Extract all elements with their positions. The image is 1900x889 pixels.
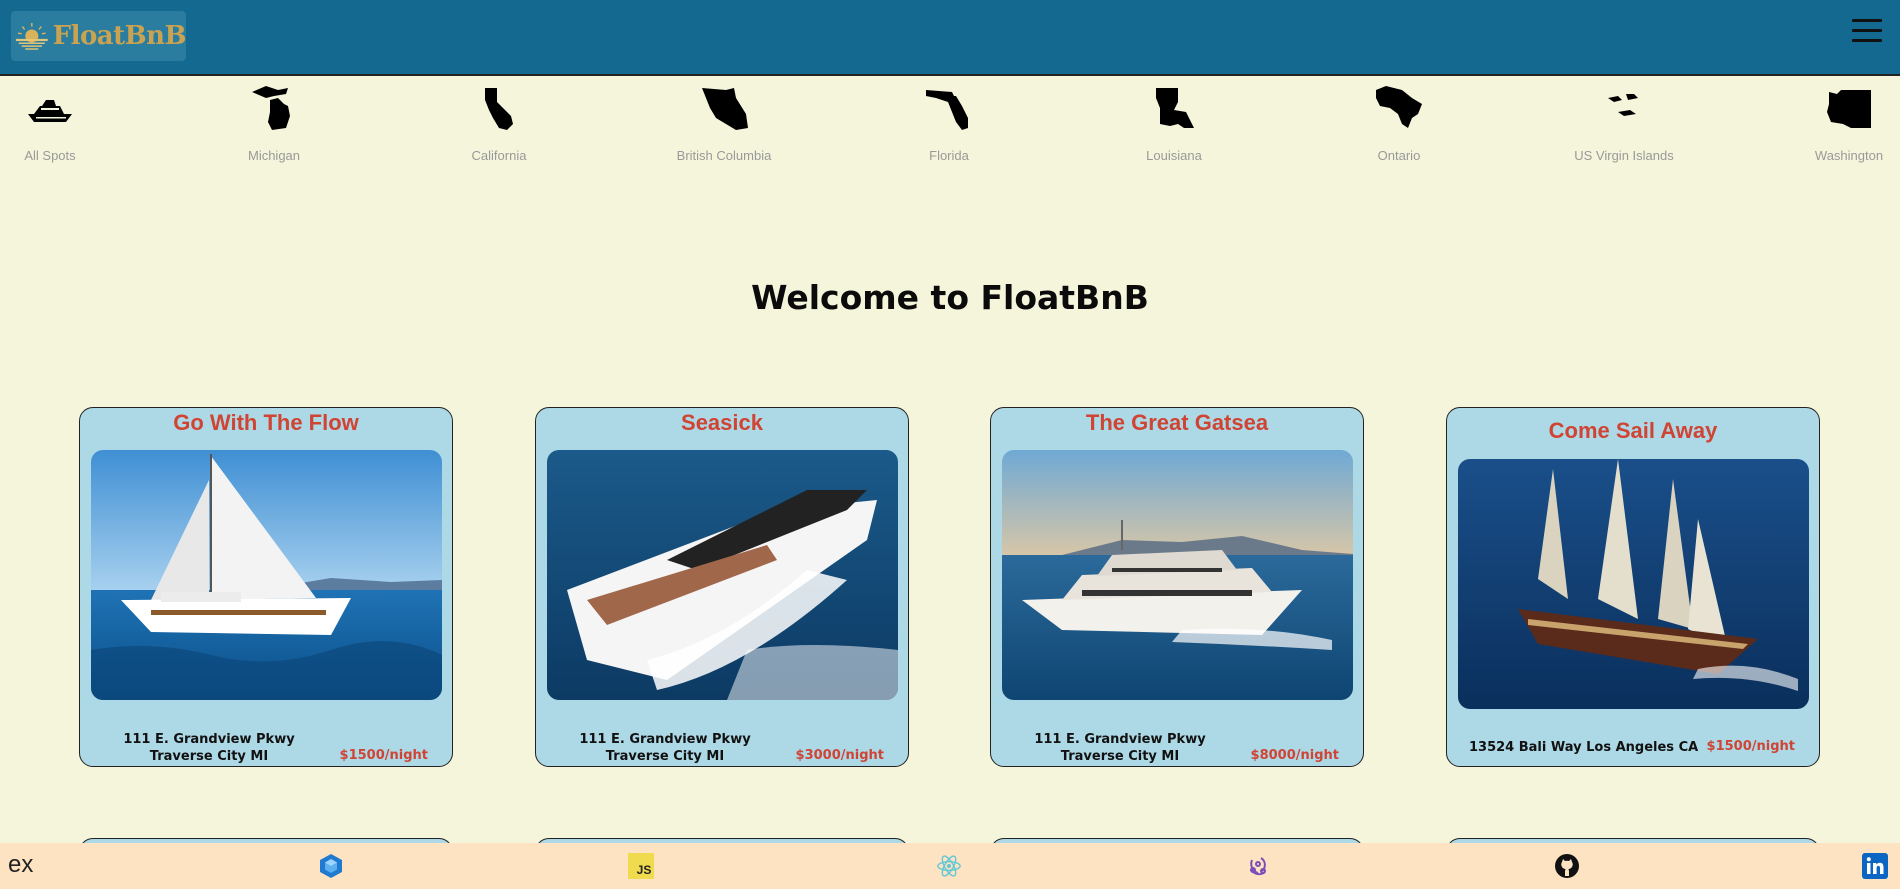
superyacht-photo — [1002, 450, 1353, 700]
category-ontario[interactable]: Ontario — [1309, 84, 1489, 170]
spot-price: $1500/night — [1706, 739, 1795, 754]
category-label: British Columbia — [676, 148, 772, 163]
washington-map-icon — [1827, 90, 1871, 128]
react-icon[interactable] — [936, 853, 962, 879]
spot-address: 13524 Bali Way Los Angeles CA — [1469, 740, 1699, 755]
category-washington[interactable]: Washington — [1759, 84, 1900, 170]
category-louisiana[interactable]: Louisiana — [1084, 84, 1264, 170]
spot-price: $1500/night — [339, 748, 428, 763]
sequelize-icon[interactable] — [318, 853, 344, 879]
category-bar: All Spots Michigan California British Co… — [0, 84, 1900, 170]
spot-address: 111 E. Grandview Pkwy Traverse City MI — [1034, 732, 1206, 764]
category-label: Louisiana — [1146, 148, 1202, 163]
spot-price: $3000/night — [795, 748, 884, 763]
us-virgin-islands-map-icon — [1608, 94, 1638, 116]
florida-map-icon — [926, 90, 968, 130]
schooner-photo — [1458, 459, 1809, 709]
speedboat-photo — [547, 450, 898, 700]
spot-title: Go With The Flow — [173, 410, 359, 435]
category-label: Washington — [1814, 148, 1884, 163]
category-us-virgin-islands[interactable]: US Virgin Islands — [1534, 84, 1714, 170]
category-label: Florida — [929, 148, 969, 163]
logo-text: FloatBnB — [52, 21, 187, 51]
sailboat-photo — [91, 450, 442, 700]
javascript-icon[interactable]: JS — [628, 853, 654, 879]
spot-address: 111 E. Grandview Pkwy Traverse City MI — [123, 732, 295, 764]
logo[interactable]: FloatBnB — [11, 11, 187, 61]
hamburger-menu-icon[interactable] — [1852, 19, 1882, 49]
california-map-icon — [485, 88, 513, 130]
michigan-map-icon — [252, 86, 290, 130]
footer: ex JS — [0, 843, 1900, 889]
spot-title: Seasick — [681, 410, 763, 435]
louisiana-map-icon — [1156, 88, 1194, 128]
category-british-columbia[interactable]: British Columbia — [634, 84, 814, 170]
welcome-heading: Welcome to FloatBnB — [751, 278, 1149, 317]
category-label: Michigan — [247, 148, 301, 163]
spot-card[interactable]: Seasick 111 E. Grandview Pkwy Traverse C… — [535, 407, 909, 767]
category-label: Ontario — [1377, 148, 1421, 163]
spot-address: 111 E. Grandview Pkwy Traverse City MI — [579, 732, 751, 764]
linkedin-icon[interactable] — [1862, 853, 1888, 879]
category-michigan[interactable]: Michigan — [184, 84, 364, 170]
category-label: California — [471, 148, 527, 163]
github-icon[interactable] — [1554, 853, 1580, 879]
spot-price: $8000/night — [1250, 748, 1339, 763]
category-california[interactable]: California — [409, 84, 589, 170]
spot-title: Come Sail Away — [1548, 418, 1718, 443]
category-all-spots[interactable]: All Spots — [0, 84, 140, 170]
express-text[interactable]: ex — [8, 851, 33, 879]
category-florida[interactable]: Florida — [859, 84, 1039, 170]
category-label: All Spots — [24, 148, 76, 163]
yacht-icon — [28, 100, 72, 122]
js-label: JS — [636, 863, 652, 877]
spot-card[interactable]: Go With The Flow 111 E. Grandview Pkwy T… — [79, 407, 453, 767]
spot-card[interactable]: Come Sail Away 13524 Bali Way Los Angele… — [1446, 407, 1820, 767]
category-label: US Virgin Islands — [1574, 148, 1674, 163]
sunset-logo-icon — [15, 22, 48, 50]
redux-icon[interactable] — [1245, 853, 1271, 879]
ontario-map-icon — [1376, 86, 1422, 128]
header: FloatBnB — [0, 0, 1900, 76]
british-columbia-map-icon — [702, 88, 748, 130]
spot-title: The Great Gatsea — [1085, 410, 1269, 435]
spot-card[interactable]: The Great Gatsea 111 E. Grandview Pkwy T… — [990, 407, 1364, 767]
